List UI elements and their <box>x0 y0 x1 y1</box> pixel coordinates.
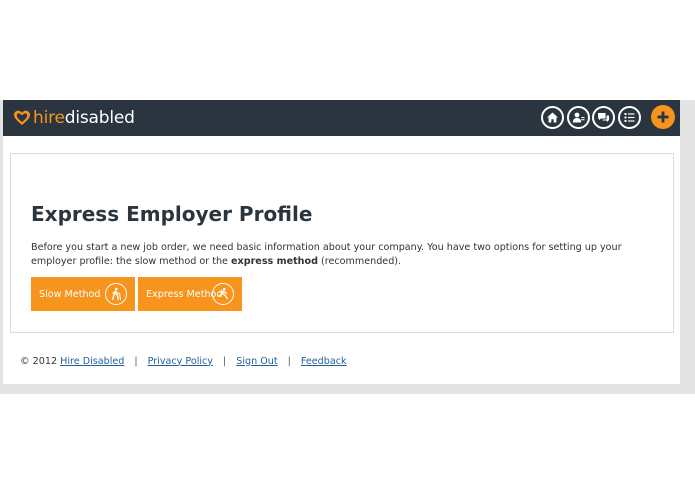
nav-icon-group <box>541 106 643 129</box>
plus-icon[interactable] <box>651 105 675 129</box>
express-method-button[interactable]: Express Method <box>138 277 242 311</box>
logo-text-disabled: disabled <box>64 108 135 128</box>
top-navbar: hire disabled <box>3 100 680 136</box>
feedback-link[interactable]: Feedback <box>301 356 347 367</box>
walking-icon <box>105 283 127 305</box>
home-icon[interactable] <box>541 106 564 129</box>
copyright-text: © 2012 <box>20 355 58 367</box>
footer-separator: | <box>223 355 227 367</box>
heart-logo-icon <box>14 110 30 125</box>
slow-method-label: Slow Method <box>39 288 101 300</box>
logo-text-hire: hire <box>33 108 65 128</box>
user-profile-icon[interactable] <box>566 106 590 129</box>
list-icon[interactable] <box>617 106 641 129</box>
logo[interactable]: hire disabled <box>13 106 135 130</box>
footer: © 2012 Hire Disabled | Privacy Policy | … <box>20 354 347 368</box>
messages-icon[interactable] <box>592 106 615 129</box>
running-icon <box>212 283 234 305</box>
profile-card: Express Employer Profile Before you star… <box>10 153 674 333</box>
slow-method-button[interactable]: Slow Method <box>31 277 135 311</box>
footer-separator: | <box>287 355 291 367</box>
desc-text-2: (recommended). <box>317 256 402 267</box>
sign-out-link[interactable]: Sign Out <box>236 356 277 367</box>
footer-separator: | <box>134 355 138 367</box>
company-link[interactable]: Hire Disabled <box>60 356 124 367</box>
desc-bold: express method <box>231 256 318 267</box>
page-frame: hire disabled Express Employer Profile B… <box>0 100 695 394</box>
privacy-policy-link[interactable]: Privacy Policy <box>148 356 213 367</box>
page-title: Express Employer Profile <box>31 202 313 226</box>
page-description: Before you start a new job order, we nee… <box>31 241 661 269</box>
app-window: hire disabled Express Employer Profile B… <box>3 100 680 384</box>
